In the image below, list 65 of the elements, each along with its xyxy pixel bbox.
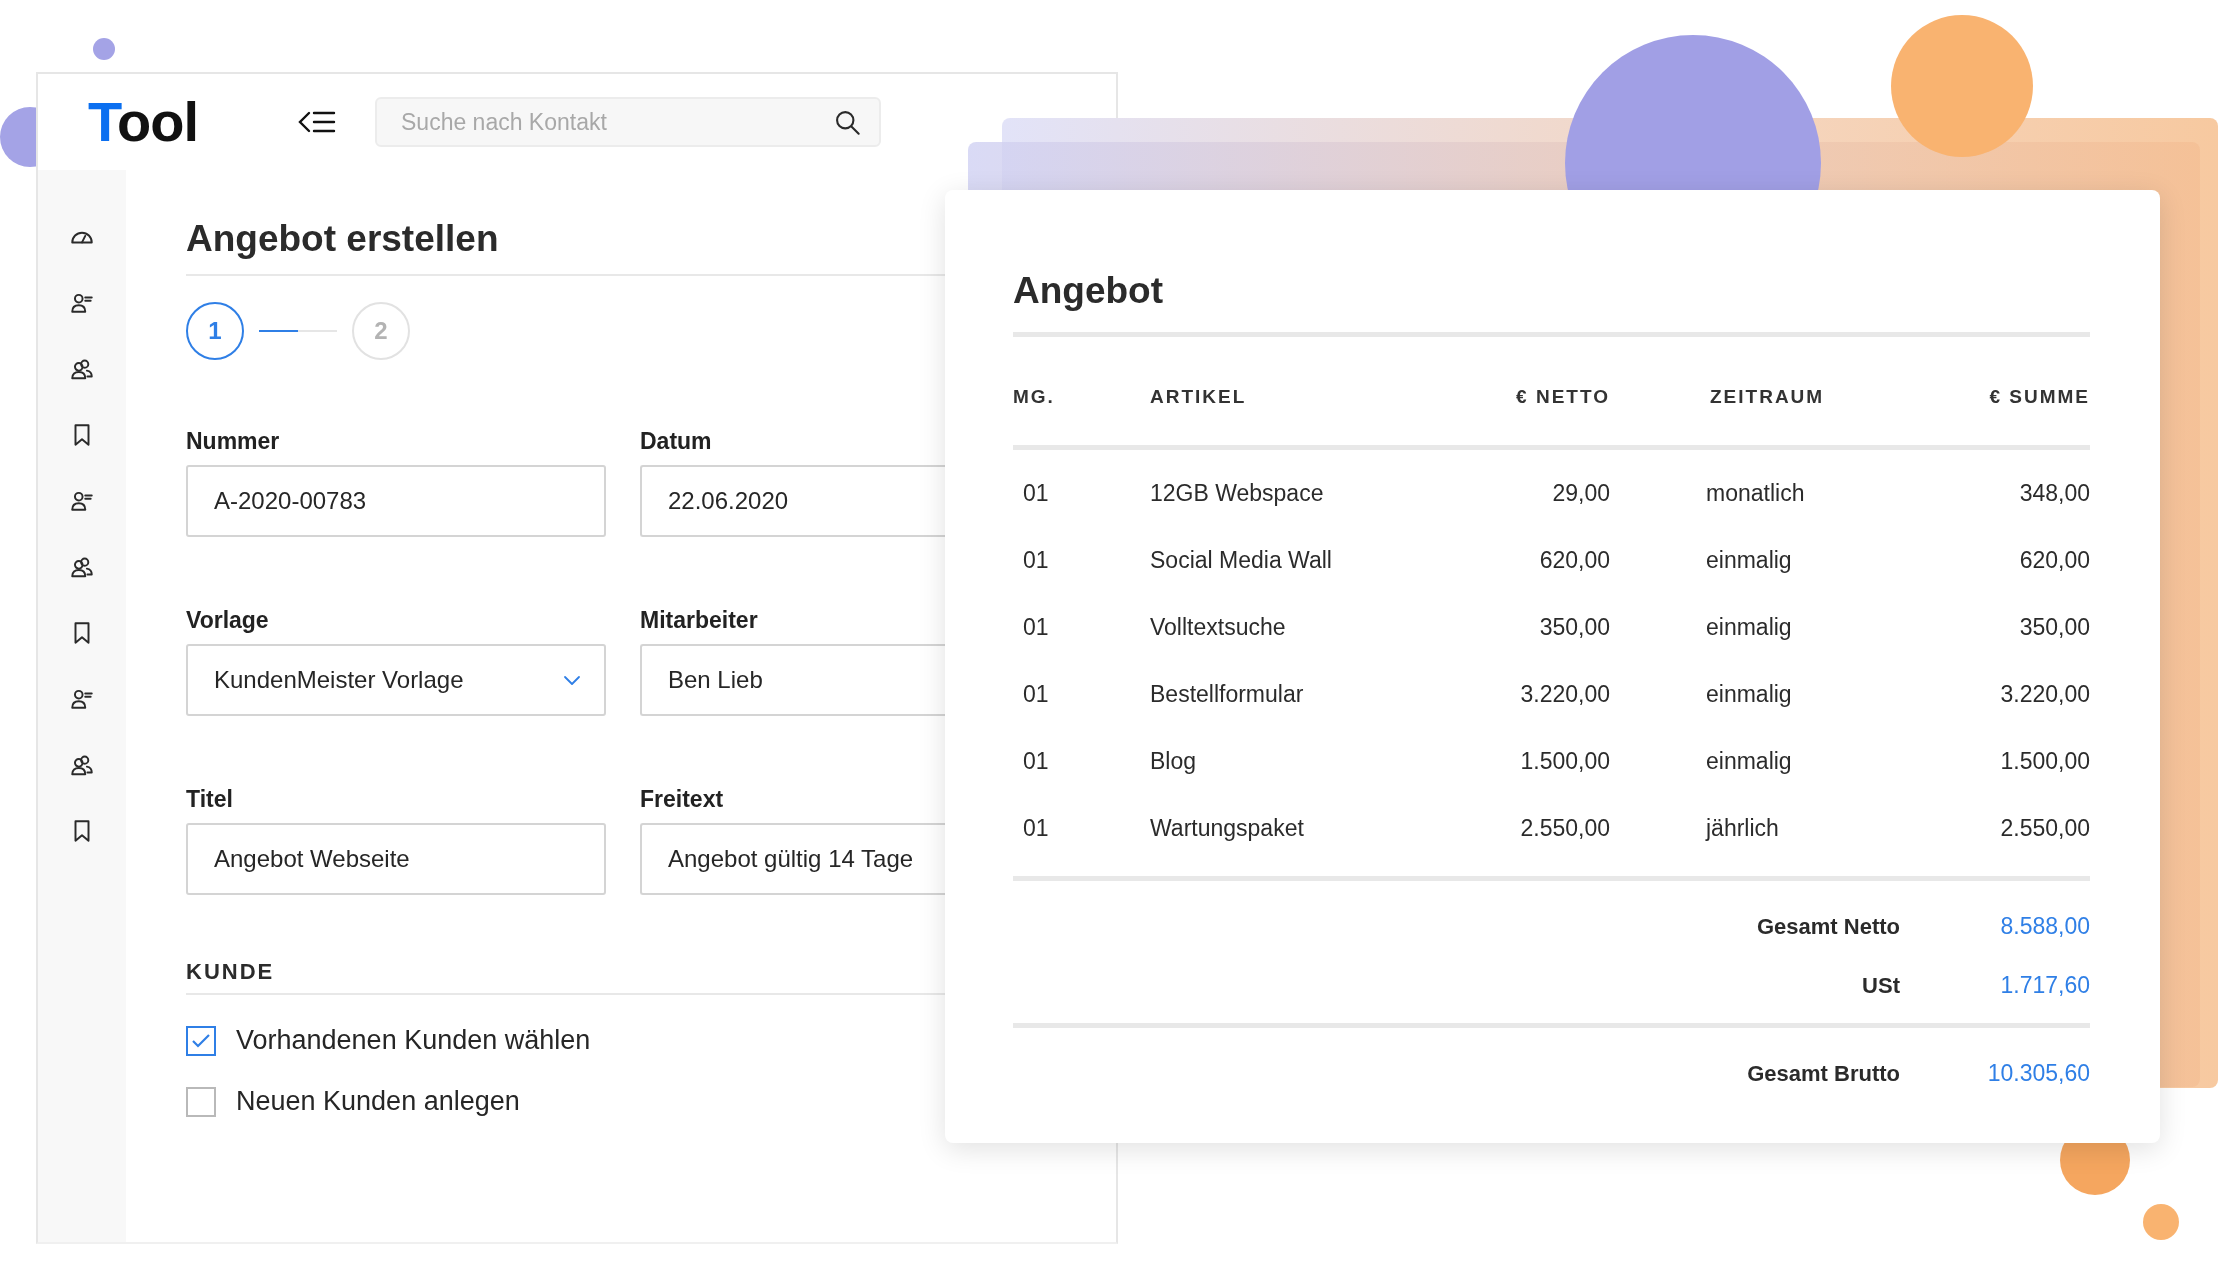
total-label: USt — [1861, 972, 1900, 999]
table-cell-text: 350,00 — [2018, 614, 2090, 641]
check-icon — [191, 1032, 211, 1049]
table-cell-text: 01 — [1022, 614, 1050, 641]
logo: Tool — [88, 94, 200, 150]
field-label: Datum — [640, 428, 712, 455]
input-field[interactable]: Angebot gültig 14 Tage — [640, 823, 945, 895]
table-cell-text: 350,00 — [1538, 614, 1610, 641]
column-header: ZEITRAUM — [1709, 386, 1826, 408]
table-cell-text: 348,00 — [2018, 480, 2090, 507]
total-label: Gesamt Netto — [1755, 913, 1900, 940]
input-field[interactable]: Angebot Webseite — [186, 823, 606, 895]
table-cell-text: 01 — [1022, 748, 1050, 775]
table-cell-text: einmalig — [1705, 547, 1793, 574]
table-cell-text: 12GB Webspace — [1150, 480, 1325, 507]
checkbox[interactable] — [186, 1025, 216, 1056]
table-cell-text: 01 — [1022, 815, 1050, 842]
total-label: Gesamt Brutto — [1746, 1060, 1900, 1087]
total-value: 8.588,00 — [1999, 913, 2090, 940]
table-cell-text: Social Media Wall — [1150, 547, 1333, 574]
decorative-circle — [2143, 1204, 2179, 1240]
card-title: Angebot — [1013, 270, 2090, 337]
table-cell-text: 2.550,00 — [1519, 815, 1610, 842]
column-header: € SUMME — [1988, 386, 2090, 408]
search-icon — [833, 108, 861, 136]
table-cell-text: 01 — [1022, 681, 1050, 708]
field-label: Freitext — [640, 786, 724, 813]
table-cell-text: monatlich — [1705, 480, 1806, 507]
table-cell-text: 1.500,00 — [1519, 748, 1610, 775]
table-cell-text: 3.220,00 — [1999, 681, 2090, 708]
input-field[interactable]: A-2020-00783 — [186, 465, 606, 537]
step-button[interactable]: 1 — [186, 302, 244, 360]
table-cell-text: Bestellformular — [1150, 681, 1305, 708]
field-label: Nummer — [186, 428, 280, 455]
table-cell-text: 620,00 — [2018, 547, 2090, 574]
table-cell-text: 3.220,00 — [1519, 681, 1610, 708]
field-label: Vorlage — [186, 607, 269, 634]
table-cell-text: einmalig — [1705, 748, 1793, 775]
table-cell-text: 1.500,00 — [1999, 748, 2090, 775]
field-label: Mitarbeiter — [640, 607, 758, 634]
table-cell-text: Wartungspaket — [1150, 815, 1305, 842]
column-header: MG. — [1013, 386, 1056, 408]
table-cell-text: einmalig — [1705, 614, 1793, 641]
field-label: Titel — [186, 786, 233, 813]
total-value: 10.305,60 — [1986, 1060, 2090, 1087]
total-value: 1.717,60 — [1999, 972, 2090, 999]
table-cell-text: 2.550,00 — [1999, 815, 2090, 842]
select-field[interactable]: KundenMeister Vorlage — [186, 644, 606, 716]
input-field[interactable]: Ben Lieb — [640, 644, 945, 716]
checkbox-label: Neuen Kunden anlegen — [236, 1086, 520, 1117]
column-header: ARTIKEL — [1150, 386, 1248, 408]
table-cell-text: jährlich — [1704, 815, 1780, 842]
decorative-circle — [93, 38, 115, 60]
table-cell-text: 01 — [1022, 547, 1050, 574]
table-cell-text: einmalig — [1705, 681, 1793, 708]
input-field[interactable]: 22.06.2020 — [640, 465, 945, 537]
table-cell-text: 29,00 — [1551, 480, 1610, 507]
checkbox[interactable] — [186, 1086, 216, 1117]
table-cell-text: Blog — [1150, 748, 1198, 775]
table-cell-text: 620,00 — [1538, 547, 1610, 574]
column-header: € NETTO — [1515, 386, 1610, 408]
checkbox-label: Vorhandenen Kunden wählen — [236, 1025, 591, 1056]
search-field[interactable]: Suche nach Kontakt — [375, 97, 881, 147]
table-cell-text: Volltextsuche — [1150, 614, 1287, 641]
table-cell-text: 01 — [1022, 480, 1050, 507]
